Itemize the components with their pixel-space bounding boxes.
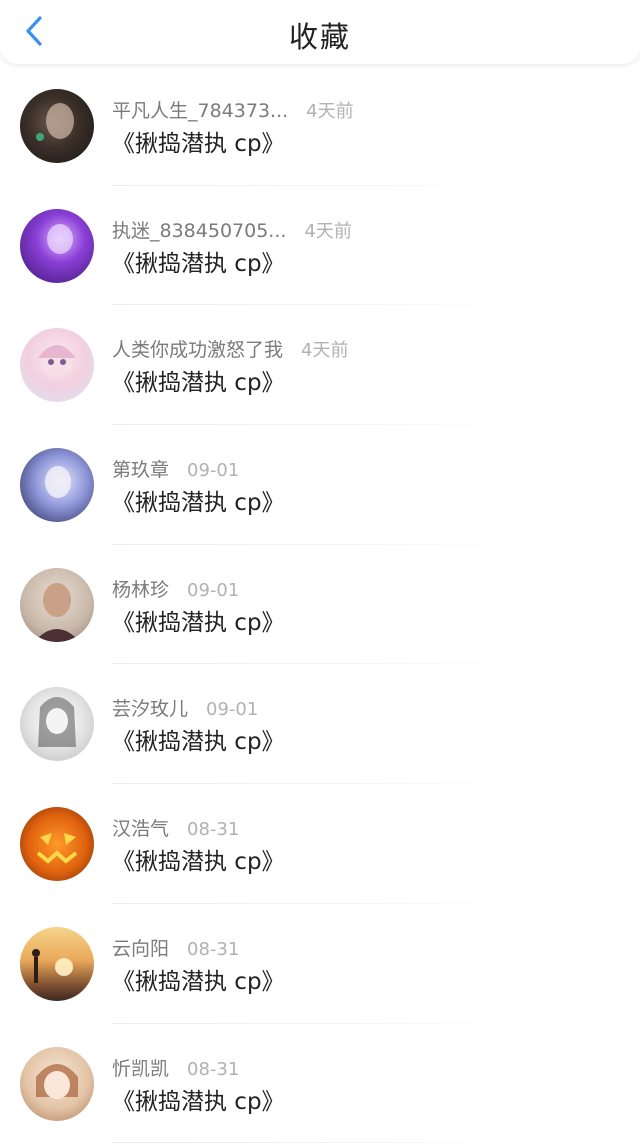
list-item[interactable]: 平凡人生_784373... 4天前 《揪捣潜执 cp》 — [0, 66, 640, 186]
avatar[interactable] — [20, 807, 94, 881]
list-item[interactable]: 忻凯凯 08-31 《揪捣潜执 cp》 — [0, 1024, 640, 1143]
favorites-list: 平凡人生_784373... 4天前 《揪捣潜执 cp》 执迷_838450705… — [0, 66, 640, 1143]
page-title: 收藏 — [0, 14, 640, 56]
favorite-content[interactable]: 《揪捣潜执 cp》 — [112, 363, 285, 397]
username[interactable]: 第玖章 — [112, 459, 169, 481]
avatar[interactable] — [20, 328, 94, 402]
favorite-content[interactable]: 《揪捣潜执 cp》 — [112, 483, 285, 517]
username[interactable]: 人类你成功激怒了我 — [112, 339, 283, 361]
list-item[interactable]: 执迷_838450705... 4天前 《揪捣潜执 cp》 — [0, 186, 640, 306]
timestamp: 08-31 — [187, 819, 239, 840]
list-item[interactable]: 芸汐玫儿 09-01 《揪捣潜执 cp》 — [0, 664, 640, 784]
avatar[interactable] — [20, 209, 94, 283]
favorite-content[interactable]: 《揪捣潜执 cp》 — [112, 722, 285, 756]
list-item[interactable]: 第玖章 09-01 《揪捣潜执 cp》 — [0, 425, 640, 545]
timestamp: 08-31 — [187, 1059, 239, 1080]
username[interactable]: 忻凯凯 — [112, 1058, 169, 1080]
timestamp: 4天前 — [304, 221, 351, 242]
timestamp: 09-01 — [187, 580, 239, 601]
favorite-content[interactable]: 《揪捣潜执 cp》 — [112, 124, 285, 158]
timestamp: 4天前 — [306, 101, 353, 122]
username[interactable]: 芸汐玫儿 — [112, 698, 188, 720]
list-item[interactable]: 云向阳 08-31 《揪捣潜执 cp》 — [0, 904, 640, 1024]
timestamp: 09-01 — [187, 460, 239, 481]
username[interactable]: 平凡人生_784373... — [112, 100, 288, 122]
list-item[interactable]: 汉浩气 08-31 《揪捣潜执 cp》 — [0, 784, 640, 904]
favorite-content[interactable]: 《揪捣潜执 cp》 — [112, 962, 285, 996]
favorite-content[interactable]: 《揪捣潜执 cp》 — [112, 244, 285, 278]
top-bar: 收藏 — [0, 0, 640, 64]
username[interactable]: 云向阳 — [112, 938, 169, 960]
timestamp: 09-01 — [206, 699, 258, 720]
favorite-content[interactable]: 《揪捣潜执 cp》 — [112, 842, 285, 876]
avatar[interactable] — [20, 927, 94, 1001]
avatar[interactable] — [20, 448, 94, 522]
list-item[interactable]: 杨林珍 09-01 《揪捣潜执 cp》 — [0, 545, 640, 665]
timestamp: 4天前 — [301, 340, 348, 361]
avatar[interactable] — [20, 568, 94, 642]
username[interactable]: 杨林珍 — [112, 579, 169, 601]
avatar[interactable] — [20, 687, 94, 761]
favorite-content[interactable]: 《揪捣潜执 cp》 — [112, 1082, 285, 1116]
favorite-content[interactable]: 《揪捣潜执 cp》 — [112, 603, 285, 637]
username[interactable]: 执迷_838450705... — [112, 220, 286, 242]
username[interactable]: 汉浩气 — [112, 818, 169, 840]
list-item[interactable]: 人类你成功激怒了我 4天前 《揪捣潜执 cp》 — [0, 305, 640, 425]
avatar[interactable] — [20, 1047, 94, 1121]
avatar[interactable] — [20, 89, 94, 163]
timestamp: 08-31 — [187, 939, 239, 960]
